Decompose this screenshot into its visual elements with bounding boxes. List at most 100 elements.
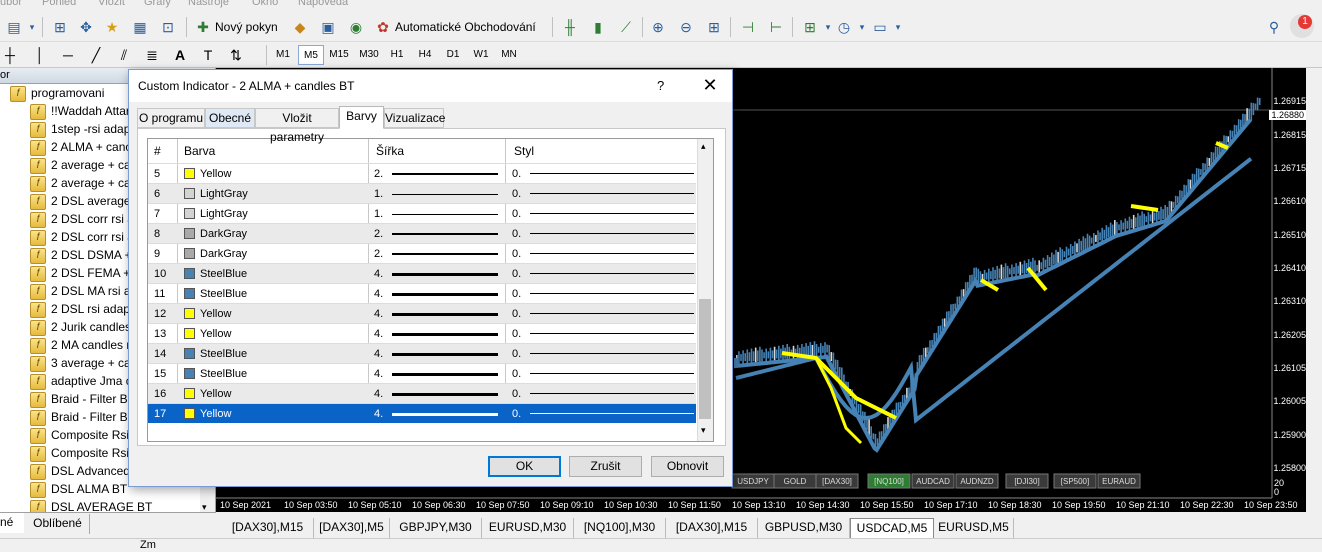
color-swatch[interactable] bbox=[184, 188, 195, 199]
tab-vizualizace[interactable]: Vizualizace bbox=[384, 108, 445, 128]
fibonacci-icon[interactable]: ≣ bbox=[142, 45, 162, 65]
chart-tab[interactable]: EURUSD,M30 bbox=[482, 518, 574, 538]
navigator-item[interactable]: f2 DSL FEMA + bbox=[30, 266, 130, 284]
help-button[interactable]: ? bbox=[657, 78, 664, 93]
periods-icon[interactable]: ◷ bbox=[834, 17, 854, 37]
color-name[interactable]: Yellow bbox=[200, 304, 231, 324]
tab-favorites[interactable]: Oblíbené bbox=[26, 514, 90, 534]
navigator-item[interactable]: f2 DSL corr rsi a bbox=[30, 212, 134, 230]
navigator-item[interactable]: f2 DSL DSMA + bbox=[30, 248, 132, 266]
timeframe-m5[interactable]: M5 bbox=[298, 45, 324, 65]
indicators-icon[interactable]: ⊞ bbox=[800, 17, 820, 37]
metaeditor-icon[interactable]: ◆ bbox=[290, 17, 310, 37]
color-swatch[interactable] bbox=[184, 208, 195, 219]
new-chart-icon[interactable]: ▤ bbox=[4, 17, 24, 37]
color-swatch[interactable] bbox=[184, 228, 195, 239]
chart-tab[interactable]: [DAX30],M15 bbox=[222, 518, 314, 538]
color-swatch[interactable] bbox=[184, 368, 195, 379]
auto-trading-icon[interactable]: ✿ bbox=[373, 17, 393, 37]
menu-item[interactable]: Nástroje bbox=[188, 0, 229, 8]
color-row[interactable]: 15 SteelBlue 4. 0. bbox=[148, 363, 696, 383]
navigator-item[interactable]: f2 MA candles r bbox=[30, 338, 130, 356]
color-row[interactable]: 14 SteelBlue 4. 0. bbox=[148, 343, 696, 363]
tab-obecné[interactable]: Obecné bbox=[205, 108, 255, 128]
navigator-item[interactable]: f DSL ALMA BT bbox=[30, 482, 127, 500]
color-row[interactable]: 17 Yellow 4. 0. bbox=[148, 403, 696, 423]
menu-item[interactable]: Grafy bbox=[144, 0, 171, 8]
timeframe-m1[interactable]: M1 bbox=[270, 45, 296, 65]
navigator-item[interactable]: f2 average + ca bbox=[30, 158, 131, 176]
color-row[interactable]: 9 DarkGray 2. 0. bbox=[148, 243, 696, 263]
navigator-item[interactable]: f2 DSL MA rsi ac bbox=[30, 284, 137, 302]
color-name[interactable]: Yellow bbox=[200, 164, 231, 184]
timeframe-w1[interactable]: W1 bbox=[468, 45, 494, 65]
text-label-icon[interactable]: T bbox=[198, 45, 218, 65]
cancel-button[interactable]: Zrušit bbox=[569, 456, 642, 477]
chart-tab[interactable]: USDCAD,M5 bbox=[850, 518, 934, 538]
tile-windows-icon[interactable]: ⊞ bbox=[704, 17, 724, 37]
menu-item[interactable]: ubor bbox=[0, 0, 22, 8]
symbol-button-label[interactable]: [DJI30] bbox=[1014, 477, 1039, 486]
style-cell[interactable]: 0. bbox=[512, 384, 696, 404]
style-cell[interactable]: 0. bbox=[512, 324, 696, 344]
chart-tab[interactable]: GBPJPY,M30 bbox=[390, 518, 482, 538]
scrollbar-thumb[interactable] bbox=[699, 299, 711, 419]
width-cell[interactable]: 4. bbox=[374, 324, 504, 344]
menu-item[interactable]: Pohled bbox=[42, 0, 76, 8]
navigator-item[interactable]: f2 ALMA + canc bbox=[30, 140, 131, 158]
style-cell[interactable]: 0. bbox=[512, 364, 696, 384]
color-swatch[interactable] bbox=[184, 248, 195, 259]
navigator-item[interactable]: f DSL AVERAGE BT bbox=[30, 500, 152, 512]
navigator-item[interactable]: f DSL Advanced bbox=[30, 464, 130, 482]
navigator-item[interactable]: f3 average + ca bbox=[30, 356, 131, 374]
dropdown-arrow-icon[interactable]: ▾ bbox=[22, 17, 42, 37]
scroll-up-icon[interactable]: ▴ bbox=[701, 141, 706, 152]
color-row[interactable]: 16 Yellow 4. 0. bbox=[148, 383, 696, 403]
search-icon[interactable]: ⚲ bbox=[1264, 17, 1284, 37]
color-swatch[interactable] bbox=[184, 328, 195, 339]
color-name[interactable]: DarkGray bbox=[200, 244, 247, 264]
crosshair-icon[interactable]: ✥ bbox=[76, 17, 96, 37]
new-order-button[interactable]: Nový pokyn bbox=[215, 20, 278, 34]
timeframe-d1[interactable]: D1 bbox=[440, 45, 466, 65]
color-swatch[interactable] bbox=[184, 348, 195, 359]
symbol-button-label[interactable]: EURAUD bbox=[1102, 477, 1136, 486]
ok-button[interactable]: OK bbox=[488, 456, 561, 477]
navigator-item[interactable]: f2 DSL average bbox=[30, 194, 131, 212]
auto-scroll-icon[interactable]: ⊣ bbox=[738, 17, 758, 37]
color-swatch[interactable] bbox=[184, 268, 195, 279]
navigator-item[interactable]: f Braid - Filter B bbox=[30, 392, 128, 410]
symbol-button-label[interactable]: [DAX30] bbox=[822, 477, 852, 486]
chart-shift-icon[interactable]: ⊢ bbox=[766, 17, 786, 37]
style-cell[interactable]: 0. bbox=[512, 204, 696, 224]
color-name[interactable]: SteelBlue bbox=[200, 284, 247, 304]
reset-button[interactable]: Obnovit bbox=[651, 456, 724, 477]
style-cell[interactable]: 0. bbox=[512, 404, 696, 424]
style-cell[interactable]: 0. bbox=[512, 264, 696, 284]
menu-item[interactable]: Nápověda bbox=[298, 0, 348, 8]
symbol-button-label[interactable]: AUDNZD bbox=[960, 477, 994, 486]
horizontal-line-icon[interactable]: ─ bbox=[58, 45, 78, 65]
timeframe-mn[interactable]: MN bbox=[496, 45, 522, 65]
menu-item[interactable]: Vložit bbox=[98, 0, 125, 8]
zoom-out-icon[interactable]: ⊖ bbox=[676, 17, 696, 37]
market-icon[interactable]: ▣ bbox=[318, 17, 338, 37]
color-row[interactable]: 7 LightGray 1. 0. bbox=[148, 203, 696, 223]
color-swatch[interactable] bbox=[184, 288, 195, 299]
color-row[interactable]: 5 Yellow 2. 0. bbox=[148, 163, 696, 183]
color-swatch[interactable] bbox=[184, 168, 195, 179]
tab-common[interactable]: né bbox=[0, 513, 24, 533]
chart-tab[interactable]: EURUSD,M5 bbox=[934, 518, 1014, 538]
width-cell[interactable]: 4. bbox=[374, 404, 504, 424]
width-cell[interactable]: 2. bbox=[374, 164, 504, 184]
navigator-folder[interactable]: f programovani bbox=[10, 86, 104, 104]
line-chart-icon[interactable]: ⟋ bbox=[616, 17, 636, 37]
channel-icon[interactable]: ⫽ bbox=[114, 45, 134, 65]
color-row[interactable]: 6 LightGray 1. 0. bbox=[148, 183, 696, 203]
color-name[interactable]: SteelBlue bbox=[200, 344, 247, 364]
width-cell[interactable]: 4. bbox=[374, 304, 504, 324]
style-cell[interactable]: 0. bbox=[512, 184, 696, 204]
style-cell[interactable]: 0. bbox=[512, 304, 696, 324]
width-cell[interactable]: 4. bbox=[374, 364, 504, 384]
width-cell[interactable]: 4. bbox=[374, 284, 504, 304]
